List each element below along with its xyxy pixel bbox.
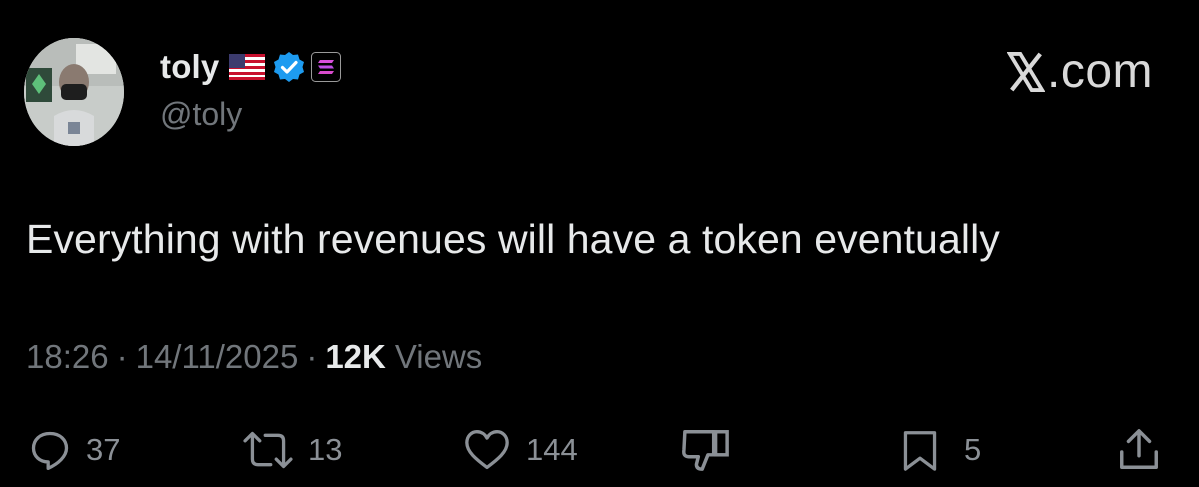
bookmark-button[interactable]: 5 — [900, 422, 981, 478]
meta-separator: · — [116, 338, 128, 375]
avatar[interactable] — [24, 38, 124, 146]
x-logo-icon — [1006, 51, 1047, 93]
tweet-text: Everything with revenues will have a tok… — [26, 216, 1000, 262]
views-label[interactable]: Views — [395, 338, 482, 376]
us-flag-icon — [229, 54, 266, 80]
repost-button[interactable]: 13 — [240, 422, 342, 478]
meta-separator: · — [306, 338, 318, 375]
tweet-meta: 18:26 · 14/11/2025 · 12K Views — [26, 338, 482, 376]
x-brand-watermark: .com — [1006, 44, 1153, 99]
thumbs-down-icon — [682, 430, 729, 471]
reply-button[interactable]: 37 — [28, 422, 120, 478]
verified-badge-icon[interactable] — [273, 51, 305, 83]
repost-icon — [243, 431, 293, 469]
author-name-row: toly — [160, 46, 342, 88]
share-icon — [1120, 429, 1158, 469]
views-count[interactable]: 12K — [325, 338, 386, 376]
author-handle[interactable]: @toly — [160, 96, 242, 133]
reply-count: 37 — [86, 432, 121, 467]
x-brand-label: .com — [1046, 45, 1153, 98]
dislike-button[interactable] — [680, 422, 732, 478]
action-bar: 37 13 144 5 — [0, 422, 1199, 478]
author-display-name[interactable]: toly — [160, 48, 219, 86]
reply-icon — [31, 431, 69, 470]
tweet-card: toly @toly .com Everything with revenues… — [0, 0, 1199, 487]
bookmark-count: 5 — [964, 432, 982, 467]
repost-count: 13 — [308, 432, 343, 467]
tweet-time[interactable]: 18:26 — [26, 338, 109, 376]
solana-logo-icon[interactable] — [311, 52, 342, 82]
like-button[interactable]: 144 — [462, 422, 578, 478]
bookmark-icon — [903, 431, 937, 471]
tweet-date[interactable]: 14/11/2025 — [136, 338, 299, 376]
share-button[interactable] — [1116, 422, 1162, 478]
like-count: 144 — [526, 432, 578, 467]
heart-icon — [465, 430, 509, 470]
avatar-photo — [24, 38, 124, 146]
